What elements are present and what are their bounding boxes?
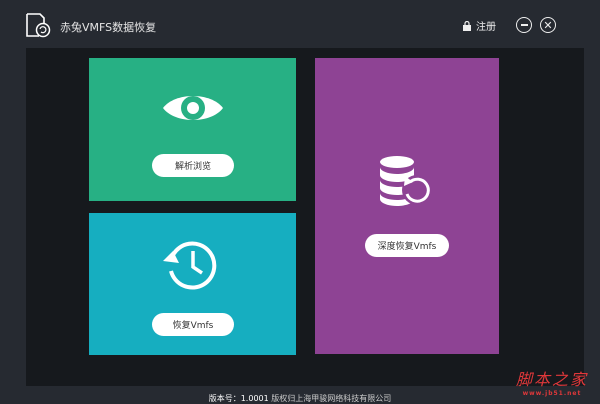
close-button[interactable]: ✕ xyxy=(540,17,556,33)
close-icon: ✕ xyxy=(543,18,553,32)
watermark-text: 脚本之家 xyxy=(515,370,588,389)
lock-icon xyxy=(463,20,471,31)
deep-recover-vmfs-tile[interactable]: 深度恢复Vmfs xyxy=(315,58,499,354)
footer: 版本号：1.0001 版权归上海甲骏网络科技有限公司 xyxy=(0,386,600,404)
parse-browse-button[interactable]: 解析浏览 xyxy=(152,154,234,177)
parse-browse-tile[interactable]: 解析浏览 xyxy=(89,58,296,201)
register-button[interactable]: 注册 xyxy=(463,18,496,33)
database-restore-icon xyxy=(380,156,432,206)
app-title: 赤兔VMFS数据恢复 xyxy=(60,21,157,34)
watermark-url: www.jb51.net xyxy=(522,390,582,397)
eye-icon xyxy=(163,96,223,120)
watermark-logo: 脚本之家 www.jb51.net xyxy=(516,366,588,397)
title-bar: 赤兔VMFS数据恢复 注册 ✕ xyxy=(0,0,600,48)
history-icon xyxy=(163,241,217,290)
recover-vmfs-button[interactable]: 恢复Vmfs xyxy=(152,313,234,336)
register-label: 注册 xyxy=(476,22,496,33)
deep-recover-vmfs-button[interactable]: 深度恢复Vmfs xyxy=(365,234,449,257)
minus-icon xyxy=(520,24,528,26)
app-logo-icon xyxy=(26,13,51,38)
minimize-button[interactable] xyxy=(516,17,532,33)
recover-vmfs-tile[interactable]: 恢复Vmfs xyxy=(89,213,296,355)
